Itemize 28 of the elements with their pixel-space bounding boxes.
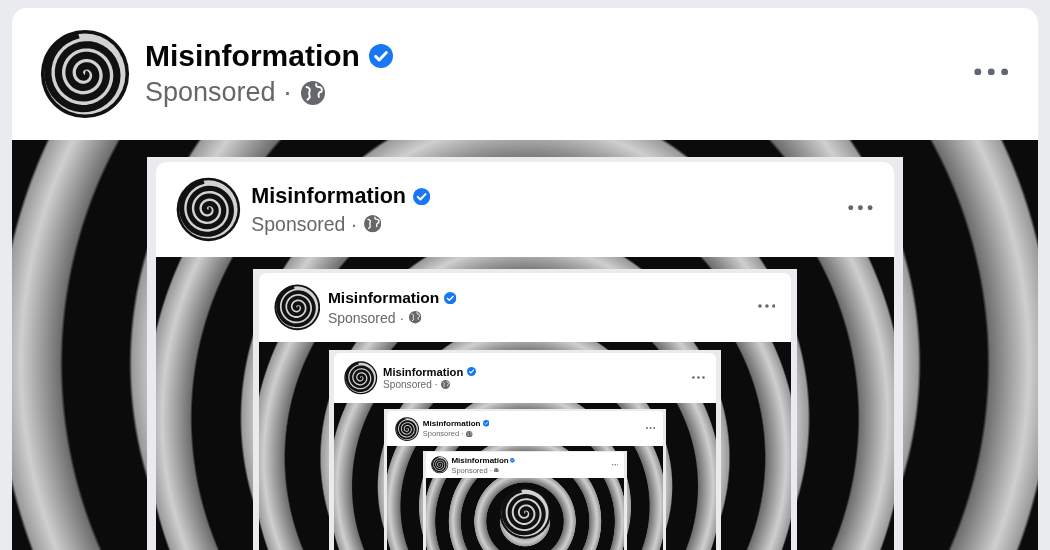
sponsored-label: Sponsored ·: [327, 309, 405, 326]
sponsored-label: Sponsored ·: [383, 379, 438, 391]
spiral-avatar-icon: [175, 177, 241, 242]
spiral-avatar-icon: [394, 416, 419, 441]
spiral-avatar-icon: [343, 361, 378, 395]
spiral-avatar-icon: [431, 456, 449, 474]
sponsored-label: Sponsored ·: [251, 212, 358, 236]
more-options-icon[interactable]: [757, 304, 776, 309]
page-name[interactable]: Misinformation: [327, 289, 440, 308]
spiral-avatar-icon: [39, 28, 130, 119]
globe-icon: [363, 215, 381, 233]
more-options-icon[interactable]: [692, 375, 706, 379]
more-options-icon[interactable]: [645, 427, 655, 430]
globe-icon: [301, 80, 325, 105]
page-name[interactable]: Misinformation: [383, 365, 464, 378]
globe-icon: [408, 311, 422, 324]
page-name[interactable]: Misinformation: [422, 419, 481, 429]
page-name[interactable]: Misinformation: [144, 38, 360, 73]
globe-icon: [441, 380, 451, 390]
globe-icon: [466, 430, 473, 437]
page-name[interactable]: Misinformation: [451, 455, 509, 465]
spiral-drawing: [498, 487, 552, 540]
spiral-avatar-icon: [273, 284, 321, 331]
page-name[interactable]: Misinformation: [251, 183, 407, 210]
sponsored-label: Sponsored ·: [144, 77, 292, 109]
globe-icon: [494, 467, 499, 473]
more-options-icon[interactable]: [847, 205, 873, 211]
more-options-icon[interactable]: [973, 67, 1008, 76]
